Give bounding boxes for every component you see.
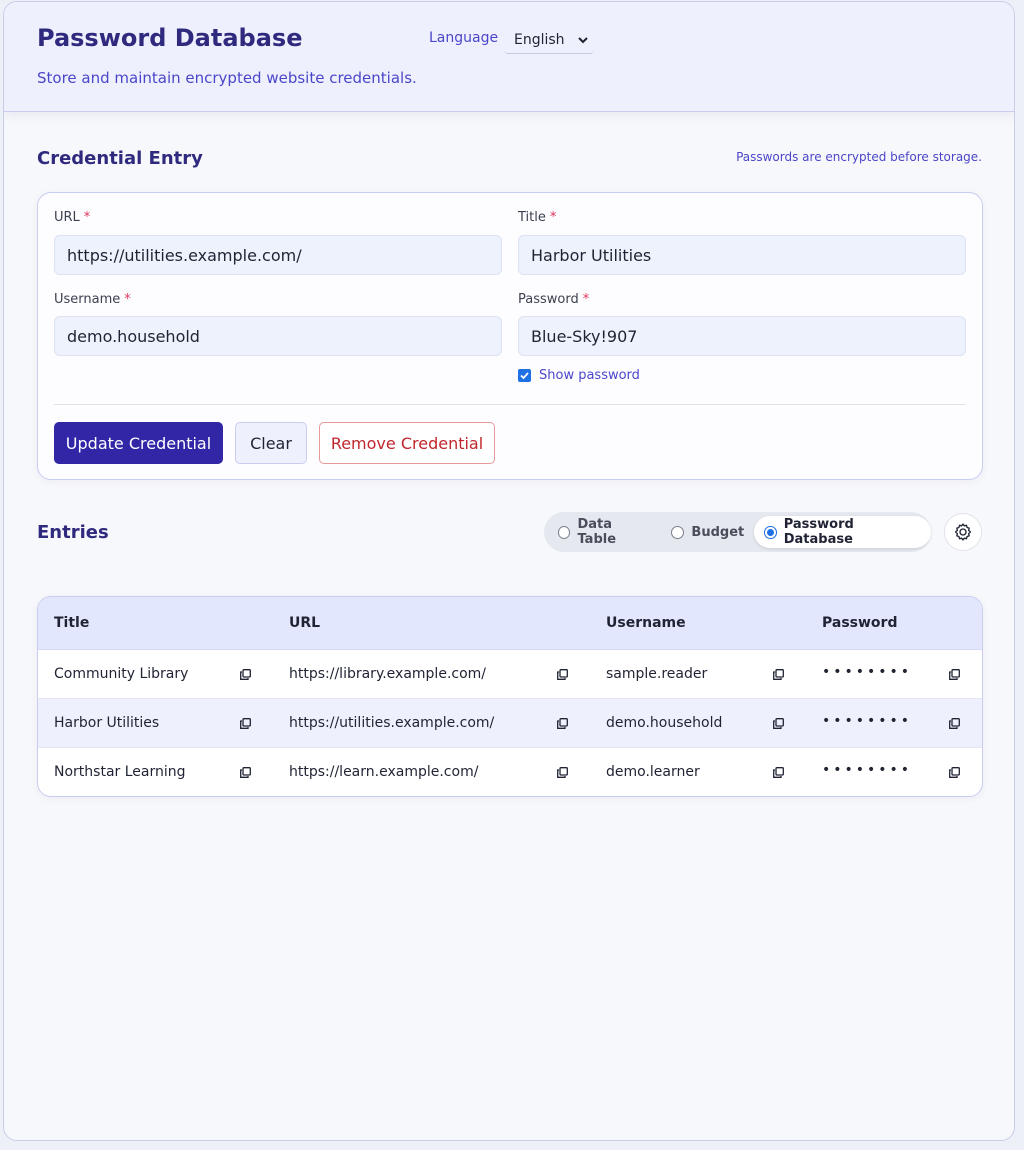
language-select[interactable]: English: [504, 26, 594, 54]
remove-credential-button[interactable]: Remove Credential: [319, 422, 495, 464]
settings-button[interactable]: [944, 513, 982, 551]
copy-icon[interactable]: [773, 669, 784, 680]
copy-icon[interactable]: [949, 669, 960, 680]
language-label: Language: [429, 30, 499, 46]
copy-icon[interactable]: [949, 718, 960, 729]
entries-title: Entries: [37, 522, 109, 543]
cell-username: demo.household: [606, 715, 723, 731]
gear-icon: [954, 523, 972, 541]
required-mark: *: [549, 210, 557, 225]
cell-username: demo.learner: [606, 764, 700, 780]
radio-selected-icon: [764, 525, 777, 539]
username-input[interactable]: demo.household: [54, 316, 502, 356]
cell-password-masked: ••••••••: [822, 762, 913, 778]
copy-icon[interactable]: [240, 767, 251, 778]
copy-icon[interactable]: [949, 767, 960, 778]
cell-url: https://utilities.example.com/: [289, 715, 495, 731]
copy-icon[interactable]: [557, 669, 568, 680]
page-subtitle: Store and maintain encrypted website cre…: [37, 69, 417, 87]
language-select-value: English: [514, 31, 565, 48]
update-credential-button[interactable]: Update Credential: [54, 422, 223, 464]
cell-title: Community Library: [54, 666, 189, 682]
url-input[interactable]: https://utilities.example.com/: [54, 235, 502, 275]
radio-icon: [558, 525, 571, 539]
show-password-label: Show password: [539, 368, 640, 383]
copy-icon[interactable]: [240, 718, 251, 729]
cell-title: Northstar Learning: [54, 764, 186, 780]
column-header-password[interactable]: Password: [822, 615, 897, 631]
table-row[interactable]: Community Library https://library.exampl…: [38, 650, 982, 699]
copy-icon[interactable]: [773, 718, 784, 729]
mode-switcher: Data Table Budget Password Database: [544, 512, 931, 552]
chevron-down-icon: [578, 37, 588, 44]
copy-icon[interactable]: [557, 767, 568, 778]
table-row[interactable]: Northstar Learning https://learn.example…: [38, 748, 982, 796]
username-label: Username *: [54, 292, 131, 307]
page-header: Password Database Store and maintain enc…: [4, 2, 1014, 112]
table-header: Title URL Username Password: [38, 597, 982, 650]
required-mark: *: [124, 292, 131, 307]
column-header-url[interactable]: URL: [289, 615, 320, 631]
mode-password-database[interactable]: Password Database: [754, 516, 931, 548]
show-password-checkbox[interactable]: [518, 369, 531, 382]
mode-data-table[interactable]: Data Table: [548, 516, 661, 548]
radio-icon: [671, 525, 685, 539]
table-row[interactable]: Harbor Utilities https://utilities.examp…: [38, 699, 982, 748]
required-mark: *: [83, 210, 91, 225]
copy-icon[interactable]: [557, 718, 568, 729]
column-header-username[interactable]: Username: [606, 615, 686, 631]
title-label: Title *: [518, 210, 557, 225]
credential-entry-title: Credential Entry: [37, 148, 203, 169]
entries-table: Title URL Username Password Community Li…: [37, 596, 983, 797]
copy-icon[interactable]: [773, 767, 784, 778]
show-password-toggle[interactable]: Show password: [518, 368, 640, 383]
form-divider: [54, 404, 966, 405]
url-label: URL *: [54, 210, 91, 225]
credential-form: URL * https://utilities.example.com/ Titl…: [37, 192, 983, 480]
cell-password-masked: ••••••••: [822, 713, 913, 729]
copy-icon[interactable]: [240, 669, 251, 680]
checkmark-icon: [520, 372, 529, 380]
password-label: Password *: [518, 292, 590, 307]
required-mark: *: [582, 292, 590, 307]
clear-button[interactable]: Clear: [235, 422, 307, 464]
password-input[interactable]: Blue-Sky!907: [518, 316, 966, 356]
cell-url: https://library.example.com/: [289, 666, 487, 682]
title-input[interactable]: Harbor Utilities: [518, 235, 966, 275]
cell-title: Harbor Utilities: [54, 715, 160, 731]
column-header-title[interactable]: Title: [54, 615, 89, 631]
cell-url: https://learn.example.com/: [289, 764, 479, 780]
encryption-note: Passwords are encrypted before storage.: [736, 150, 982, 164]
app-window: Password Database Store and maintain enc…: [3, 1, 1015, 1141]
mode-budget[interactable]: Budget: [661, 516, 754, 548]
cell-password-masked: ••••••••: [822, 664, 913, 680]
cell-username: sample.reader: [606, 666, 708, 682]
page-title: Password Database: [37, 24, 303, 52]
